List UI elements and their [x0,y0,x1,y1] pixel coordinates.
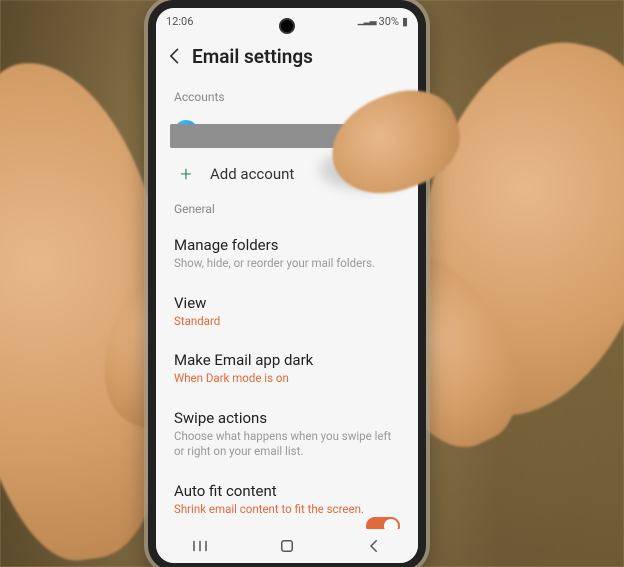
battery-text: 30% [379,15,399,28]
dark-mode-row[interactable]: Make Email app dark When Dark mode is on [174,341,400,399]
screen: 12:06 ▁▂▃ 30% ▮ Email settings Accounts … [156,8,418,563]
auto-fit-sub: Shrink email content to fit the screen. [174,502,400,518]
home-icon [278,537,296,555]
redaction-bar [170,124,350,148]
add-account-label: Add account [210,165,294,183]
manage-folders-row[interactable]: Manage folders Show, hide, or reorder yo… [174,226,400,284]
signal-icon: ▁▂▃ [358,16,376,26]
chevron-left-icon [365,537,383,555]
nav-bar [156,529,418,563]
view-row[interactable]: View Standard [174,284,400,342]
section-accounts: Accounts [174,90,400,104]
chevron-left-icon [165,46,185,66]
battery-icon: ▮ [402,15,408,28]
plus-icon: + [174,162,198,186]
page-title: Email settings [192,45,313,68]
recents-icon [191,537,209,555]
swipe-actions-sub: Choose what happens when you swipe left … [174,429,400,460]
section-general: General [174,202,400,216]
front-camera [279,18,295,34]
manage-folders-title: Manage folders [174,236,400,254]
home-button[interactable] [277,536,297,556]
auto-fit-row[interactable]: Auto fit content Shrink email content to… [174,472,400,529]
status-right: ▁▂▃ 30% ▮ [358,15,408,28]
recents-button[interactable] [190,536,210,556]
status-time: 12:06 [166,15,193,28]
phone-device: 12:06 ▁▂▃ 30% ▮ Email settings Accounts … [148,0,426,567]
swipe-actions-row[interactable]: Swipe actions Choose what happens when y… [174,399,400,472]
dark-mode-title: Make Email app dark [174,351,400,369]
manage-folders-sub: Show, hide, or reorder your mail folders… [174,256,400,272]
view-title: View [174,294,400,312]
swipe-actions-title: Swipe actions [174,409,400,427]
dark-mode-sub: When Dark mode is on [174,371,400,387]
auto-fit-toggle[interactable] [366,517,400,529]
header: Email settings [156,34,418,84]
scene: 12:06 ▁▂▃ 30% ▮ Email settings Accounts … [0,0,624,567]
auto-fit-title: Auto fit content [174,482,400,500]
view-sub: Standard [174,314,400,330]
nav-back-button[interactable] [364,536,384,556]
back-button[interactable] [164,45,186,67]
